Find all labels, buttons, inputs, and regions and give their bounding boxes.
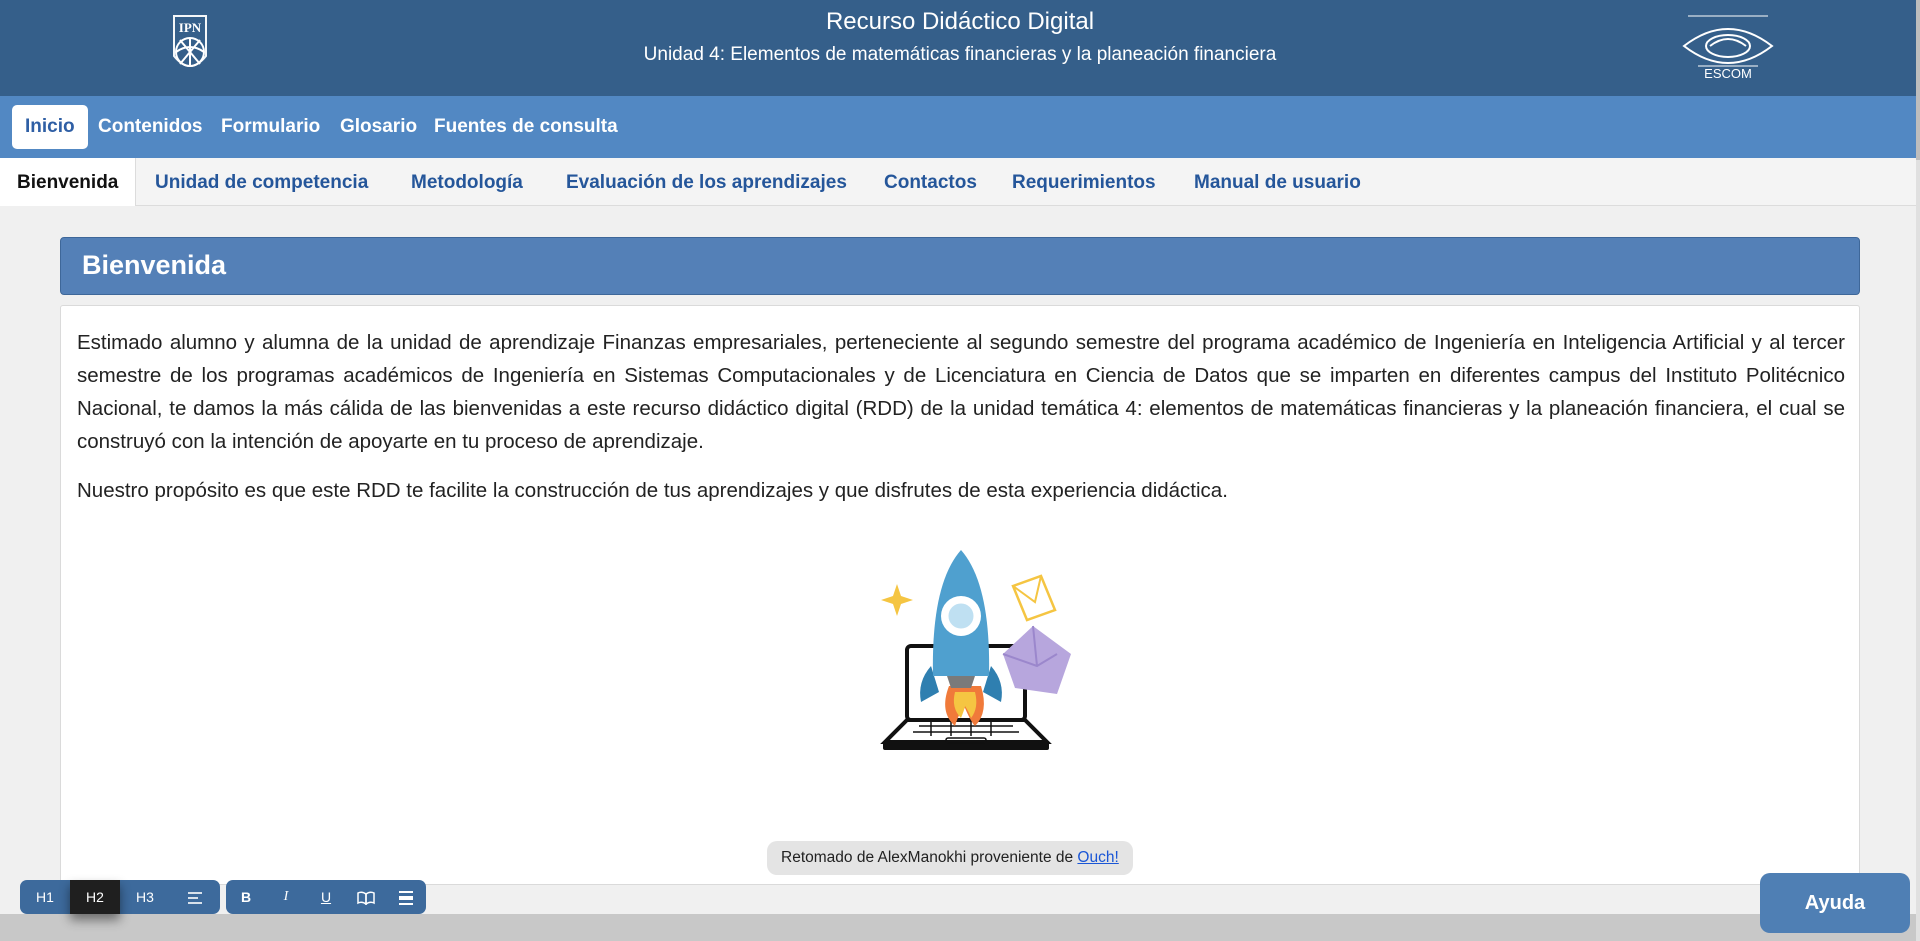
rocket-laptop-illustration <box>880 550 1071 750</box>
heading-toolbar: H1 H2 H3 <box>20 880 220 914</box>
nav-glosario[interactable]: Glosario <box>340 105 417 149</box>
align-left-button[interactable] <box>170 880 220 914</box>
format-toolbar: B I U <box>226 880 426 914</box>
page-subtitle: Unidad 4: Elementos de matemáticas finan… <box>643 44 1277 65</box>
section-header: Bienvenida <box>60 237 1860 295</box>
h1-button[interactable]: H1 <box>20 880 70 914</box>
h2-button[interactable]: H2 <box>70 880 120 914</box>
h3-button[interactable]: H3 <box>120 880 170 914</box>
tab-requerimientos[interactable]: Requerimientos <box>1012 158 1156 206</box>
nav-fuentes-de-consulta[interactable]: Fuentes de consulta <box>434 105 618 149</box>
escom-logo: ESCOM <box>1682 15 1774 81</box>
nav-inicio[interactable]: Inicio <box>12 105 88 149</box>
credit-text: Retomado de AlexManokhi proveniente de <box>781 849 1078 866</box>
help-button[interactable]: Ayuda <box>1760 873 1910 933</box>
italic-button[interactable]: I <box>266 880 306 914</box>
svg-text:ESCOM: ESCOM <box>1704 66 1752 81</box>
purpose-paragraph: Nuestro propósito es que este RDD te fac… <box>77 479 1228 502</box>
nav-formulario[interactable]: Formulario <box>221 105 320 149</box>
intro-paragraph: Estimado alumno y alumna de la unidad de… <box>77 331 1845 453</box>
section-heading: Bienvenida <box>82 250 227 280</box>
page-scrollbar[interactable] <box>1916 0 1920 941</box>
sub-nav: Bienvenida Unidad de competencia Metodol… <box>0 158 1920 206</box>
page-title: Recurso Didáctico Digital <box>825 8 1095 35</box>
image-credit: Retomado de AlexManokhi proveniente de O… <box>767 841 1133 875</box>
reading-mode-button[interactable] <box>346 880 386 914</box>
main-nav: Inicio Contenidos Formulario Glosario Fu… <box>0 96 1920 158</box>
tab-bienvenida[interactable]: Bienvenida <box>0 158 137 206</box>
scrollbar-thumb[interactable] <box>1916 0 1920 160</box>
tab-metodologia[interactable]: Metodología <box>411 158 523 206</box>
line-spacing-icon <box>399 891 413 906</box>
credit-link[interactable]: Ouch! <box>1077 849 1118 866</box>
bottom-strip <box>0 914 1920 941</box>
tab-manual-de-usuario[interactable]: Manual de usuario <box>1194 158 1361 206</box>
content-card: Estimado alumno y alumna de la unidad de… <box>60 305 1860 885</box>
line-spacing-button[interactable] <box>386 880 426 914</box>
reading-mode-icon <box>357 891 375 906</box>
nav-contenidos[interactable]: Contenidos <box>98 105 203 149</box>
tab-evaluacion[interactable]: Evaluación de los aprendizajes <box>566 158 847 206</box>
underline-button[interactable]: U <box>306 880 346 914</box>
align-left-icon <box>188 892 202 905</box>
site-header: IPN Recurso Didáctico Digital Unidad 4: … <box>0 0 1920 96</box>
tab-contactos[interactable]: Contactos <box>884 158 977 206</box>
tab-unidad-de-competencia[interactable]: Unidad de competencia <box>155 158 368 206</box>
bold-button[interactable]: B <box>226 880 266 914</box>
